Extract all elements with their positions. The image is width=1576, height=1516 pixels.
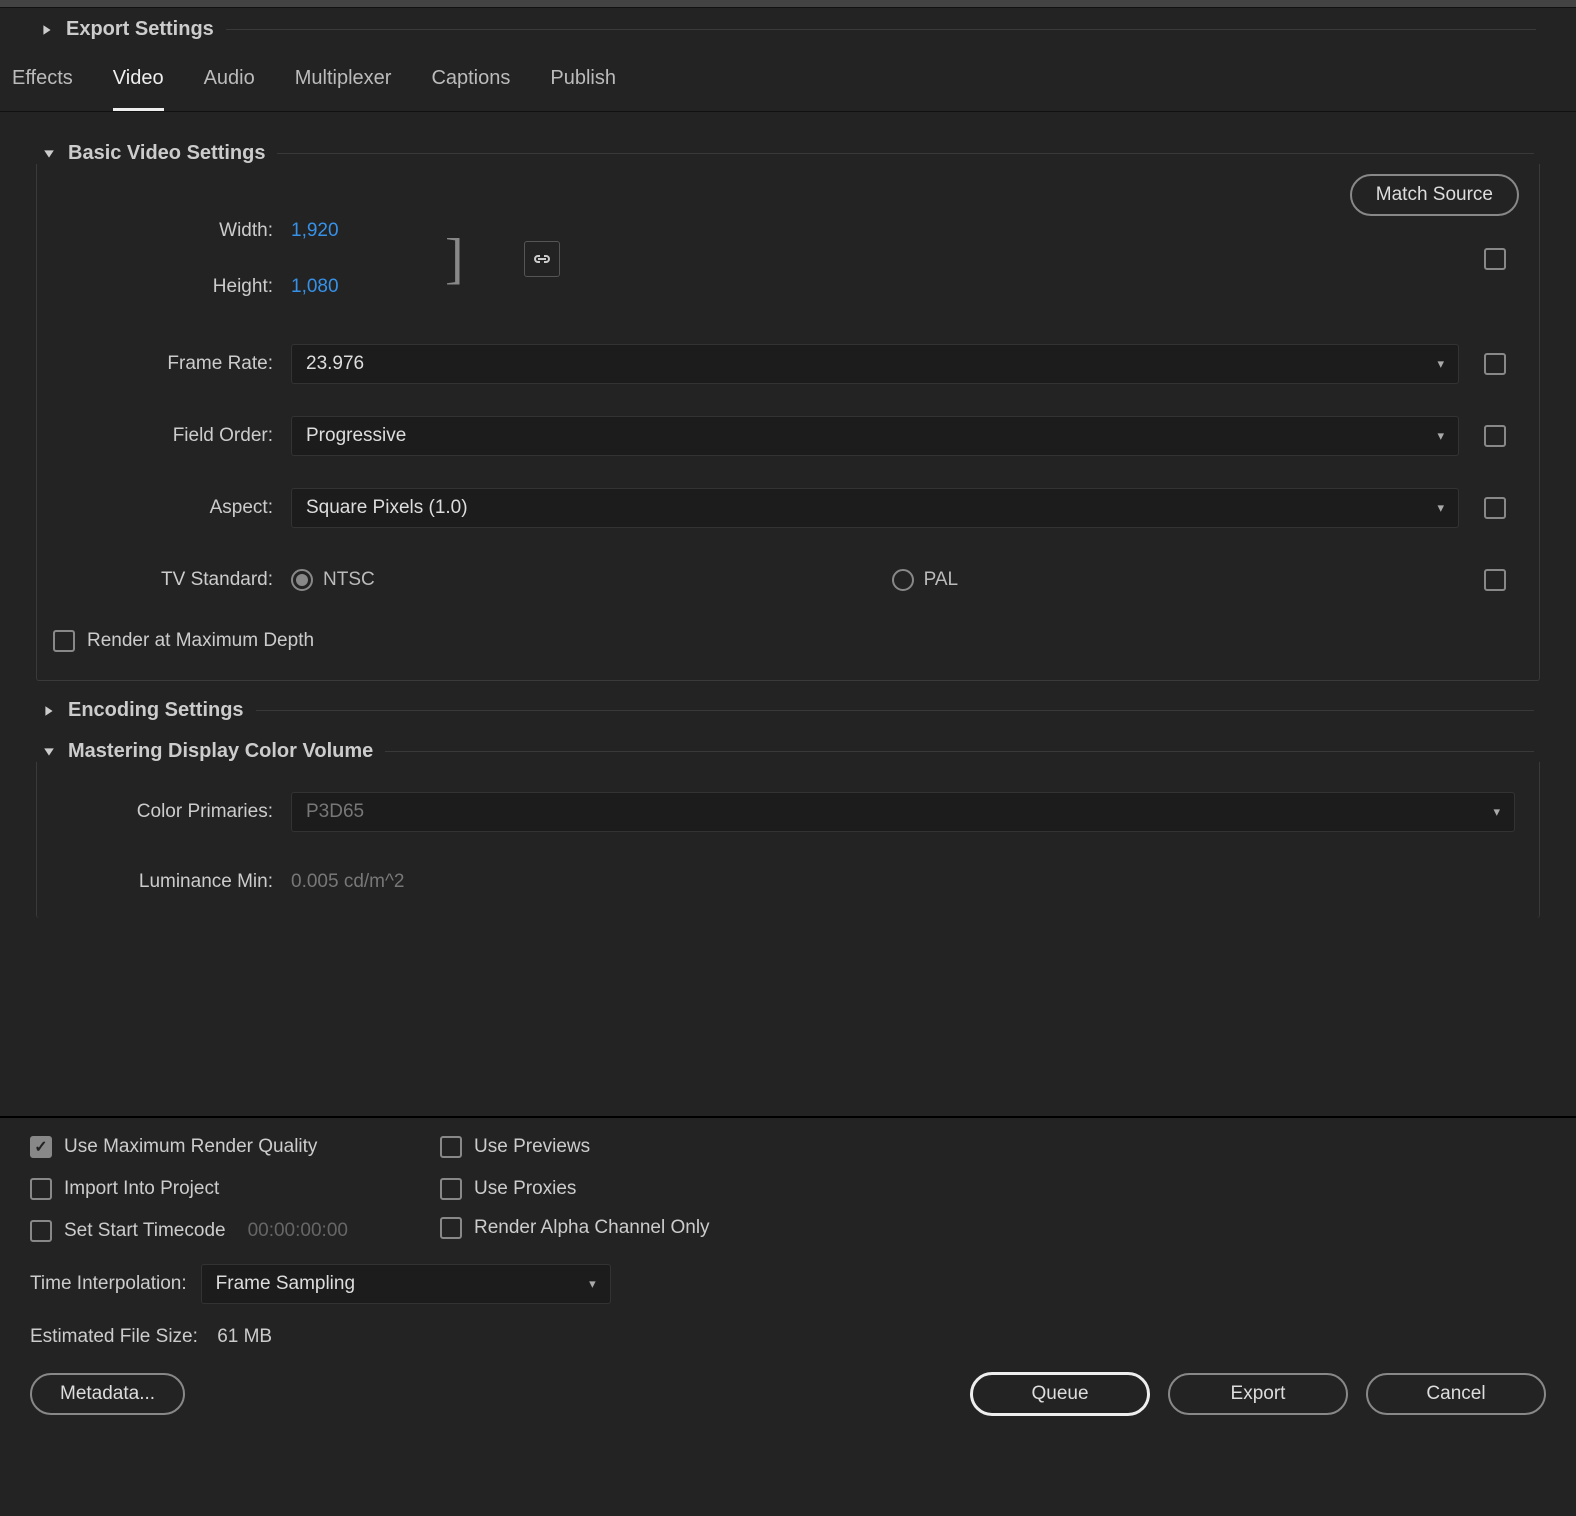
tab-multiplexer[interactable]: Multiplexer bbox=[295, 67, 392, 111]
match-source-tv-checkbox[interactable] bbox=[1484, 569, 1506, 591]
tab-video[interactable]: Video bbox=[113, 67, 164, 111]
tab-publish[interactable]: Publish bbox=[550, 67, 616, 111]
divider bbox=[226, 29, 1536, 30]
link-dimensions-button[interactable] bbox=[524, 241, 560, 277]
aspect-label: Aspect: bbox=[61, 497, 291, 519]
encoding-title: Encoding Settings bbox=[68, 699, 244, 722]
frame-rate-dropdown[interactable]: 23.976 ▾ bbox=[291, 344, 1459, 384]
match-source-button[interactable]: Match Source bbox=[1350, 174, 1519, 216]
link-bracket: ] bbox=[445, 237, 464, 282]
aspect-value: Square Pixels (1.0) bbox=[306, 497, 468, 519]
chevron-down-icon: ▾ bbox=[1437, 428, 1444, 444]
set-start-tc-label: Set Start Timecode bbox=[64, 1220, 226, 1242]
import-project-checkbox[interactable] bbox=[30, 1178, 52, 1200]
time-interpolation-value: Frame Sampling bbox=[216, 1273, 355, 1295]
width-label: Width: bbox=[61, 220, 291, 242]
color-primaries-label: Color Primaries: bbox=[61, 801, 291, 823]
chevron-down-icon: ▾ bbox=[1493, 804, 1500, 820]
mastering-header[interactable]: Mastering Display Color Volume bbox=[36, 740, 1540, 763]
set-start-tc-checkbox[interactable] bbox=[30, 1220, 52, 1242]
chevron-right-icon bbox=[42, 704, 56, 718]
aspect-row: Aspect: Square Pixels (1.0) ▾ bbox=[61, 482, 1515, 534]
export-settings-header[interactable]: Export Settings bbox=[0, 8, 1576, 51]
use-proxies-checkbox[interactable] bbox=[440, 1178, 462, 1200]
render-max-depth-label: Render at Maximum Depth bbox=[87, 630, 314, 652]
pal-label: PAL bbox=[924, 569, 959, 591]
cancel-button[interactable]: Cancel bbox=[1366, 1373, 1546, 1415]
frame-rate-value: 23.976 bbox=[306, 353, 364, 375]
render-max-depth-checkbox[interactable] bbox=[53, 630, 75, 652]
use-max-quality-checkbox[interactable] bbox=[30, 1136, 52, 1158]
render-alpha-checkbox[interactable] bbox=[440, 1217, 462, 1239]
width-value[interactable]: 1,920 bbox=[291, 220, 339, 242]
field-order-row: Field Order: Progressive ▾ bbox=[61, 410, 1515, 462]
tab-effects[interactable]: Effects bbox=[12, 67, 73, 111]
match-source-dimensions-checkbox[interactable] bbox=[1484, 248, 1506, 270]
height-label: Height: bbox=[61, 276, 291, 298]
export-settings-title: Export Settings bbox=[66, 18, 214, 41]
use-previews-checkbox[interactable] bbox=[440, 1136, 462, 1158]
render-alpha-label: Render Alpha Channel Only bbox=[474, 1217, 710, 1239]
tabs: Effects Video Audio Multiplexer Captions… bbox=[0, 51, 1576, 112]
match-source-framerate-checkbox[interactable] bbox=[1484, 353, 1506, 375]
pal-radio[interactable] bbox=[892, 569, 914, 591]
match-source-aspect-checkbox[interactable] bbox=[1484, 497, 1506, 519]
chevron-down-icon bbox=[42, 745, 56, 759]
encoding-header[interactable]: Encoding Settings bbox=[36, 699, 1540, 722]
height-value[interactable]: 1,080 bbox=[291, 276, 339, 298]
bottom-panel: Use Maximum Render Quality Use Previews … bbox=[0, 1116, 1576, 1434]
estimated-size-value: 61 MB bbox=[217, 1326, 272, 1347]
use-max-quality-label: Use Maximum Render Quality bbox=[64, 1136, 317, 1158]
divider bbox=[277, 153, 1534, 154]
export-button[interactable]: Export bbox=[1168, 1373, 1348, 1415]
divider bbox=[256, 710, 1534, 711]
tab-captions[interactable]: Captions bbox=[431, 67, 510, 111]
frame-rate-label: Frame Rate: bbox=[61, 353, 291, 375]
color-primaries-dropdown[interactable]: P3D65 ▾ bbox=[291, 792, 1515, 832]
chevron-down-icon: ▾ bbox=[1437, 356, 1444, 372]
queue-button[interactable]: Queue bbox=[970, 1372, 1150, 1416]
chain-icon bbox=[532, 253, 552, 265]
metadata-button[interactable]: Metadata... bbox=[30, 1373, 185, 1415]
basic-video-title: Basic Video Settings bbox=[68, 142, 265, 165]
field-order-label: Field Order: bbox=[61, 425, 291, 447]
match-source-fieldorder-checkbox[interactable] bbox=[1484, 425, 1506, 447]
chevron-down-icon: ▾ bbox=[1437, 500, 1444, 516]
field-order-dropdown[interactable]: Progressive ▾ bbox=[291, 416, 1459, 456]
tv-standard-row: TV Standard: NTSC PAL bbox=[61, 554, 1515, 606]
ntsc-radio[interactable] bbox=[291, 569, 313, 591]
mastering-group: Color Primaries: P3D65 ▾ Luminance Min: … bbox=[36, 762, 1540, 918]
color-primaries-row: Color Primaries: P3D65 ▾ bbox=[61, 786, 1515, 838]
field-order-value: Progressive bbox=[306, 425, 406, 447]
frame-rate-row: Frame Rate: 23.976 ▾ bbox=[61, 338, 1515, 390]
luminance-min-label: Luminance Min: bbox=[61, 871, 291, 893]
tab-audio[interactable]: Audio bbox=[204, 67, 255, 111]
divider bbox=[385, 751, 1534, 752]
basic-video-group: Match Source Width: 1,920 Height: 1,080 … bbox=[36, 164, 1540, 681]
luminance-min-value: 0.005 cd/m^2 bbox=[291, 871, 404, 893]
chevron-right-icon bbox=[40, 23, 54, 37]
import-project-label: Import Into Project bbox=[64, 1178, 219, 1200]
use-previews-label: Use Previews bbox=[474, 1136, 590, 1158]
luminance-min-row: Luminance Min: 0.005 cd/m^2 bbox=[61, 856, 1515, 908]
aspect-dropdown[interactable]: Square Pixels (1.0) ▾ bbox=[291, 488, 1459, 528]
use-proxies-label: Use Proxies bbox=[474, 1178, 576, 1200]
color-primaries-value: P3D65 bbox=[306, 801, 364, 823]
tv-standard-label: TV Standard: bbox=[61, 569, 291, 591]
basic-video-header[interactable]: Basic Video Settings bbox=[36, 142, 1540, 165]
ntsc-label: NTSC bbox=[323, 569, 375, 591]
time-interpolation-label: Time Interpolation: bbox=[30, 1273, 187, 1295]
chevron-down-icon bbox=[42, 147, 56, 161]
estimated-size-label: Estimated File Size: bbox=[30, 1326, 198, 1347]
time-interpolation-dropdown[interactable]: Frame Sampling ▾ bbox=[201, 1264, 611, 1304]
mastering-title: Mastering Display Color Volume bbox=[68, 740, 373, 763]
start-timecode-value[interactable]: 00:00:00:00 bbox=[248, 1220, 348, 1242]
chevron-down-icon: ▾ bbox=[589, 1276, 596, 1292]
